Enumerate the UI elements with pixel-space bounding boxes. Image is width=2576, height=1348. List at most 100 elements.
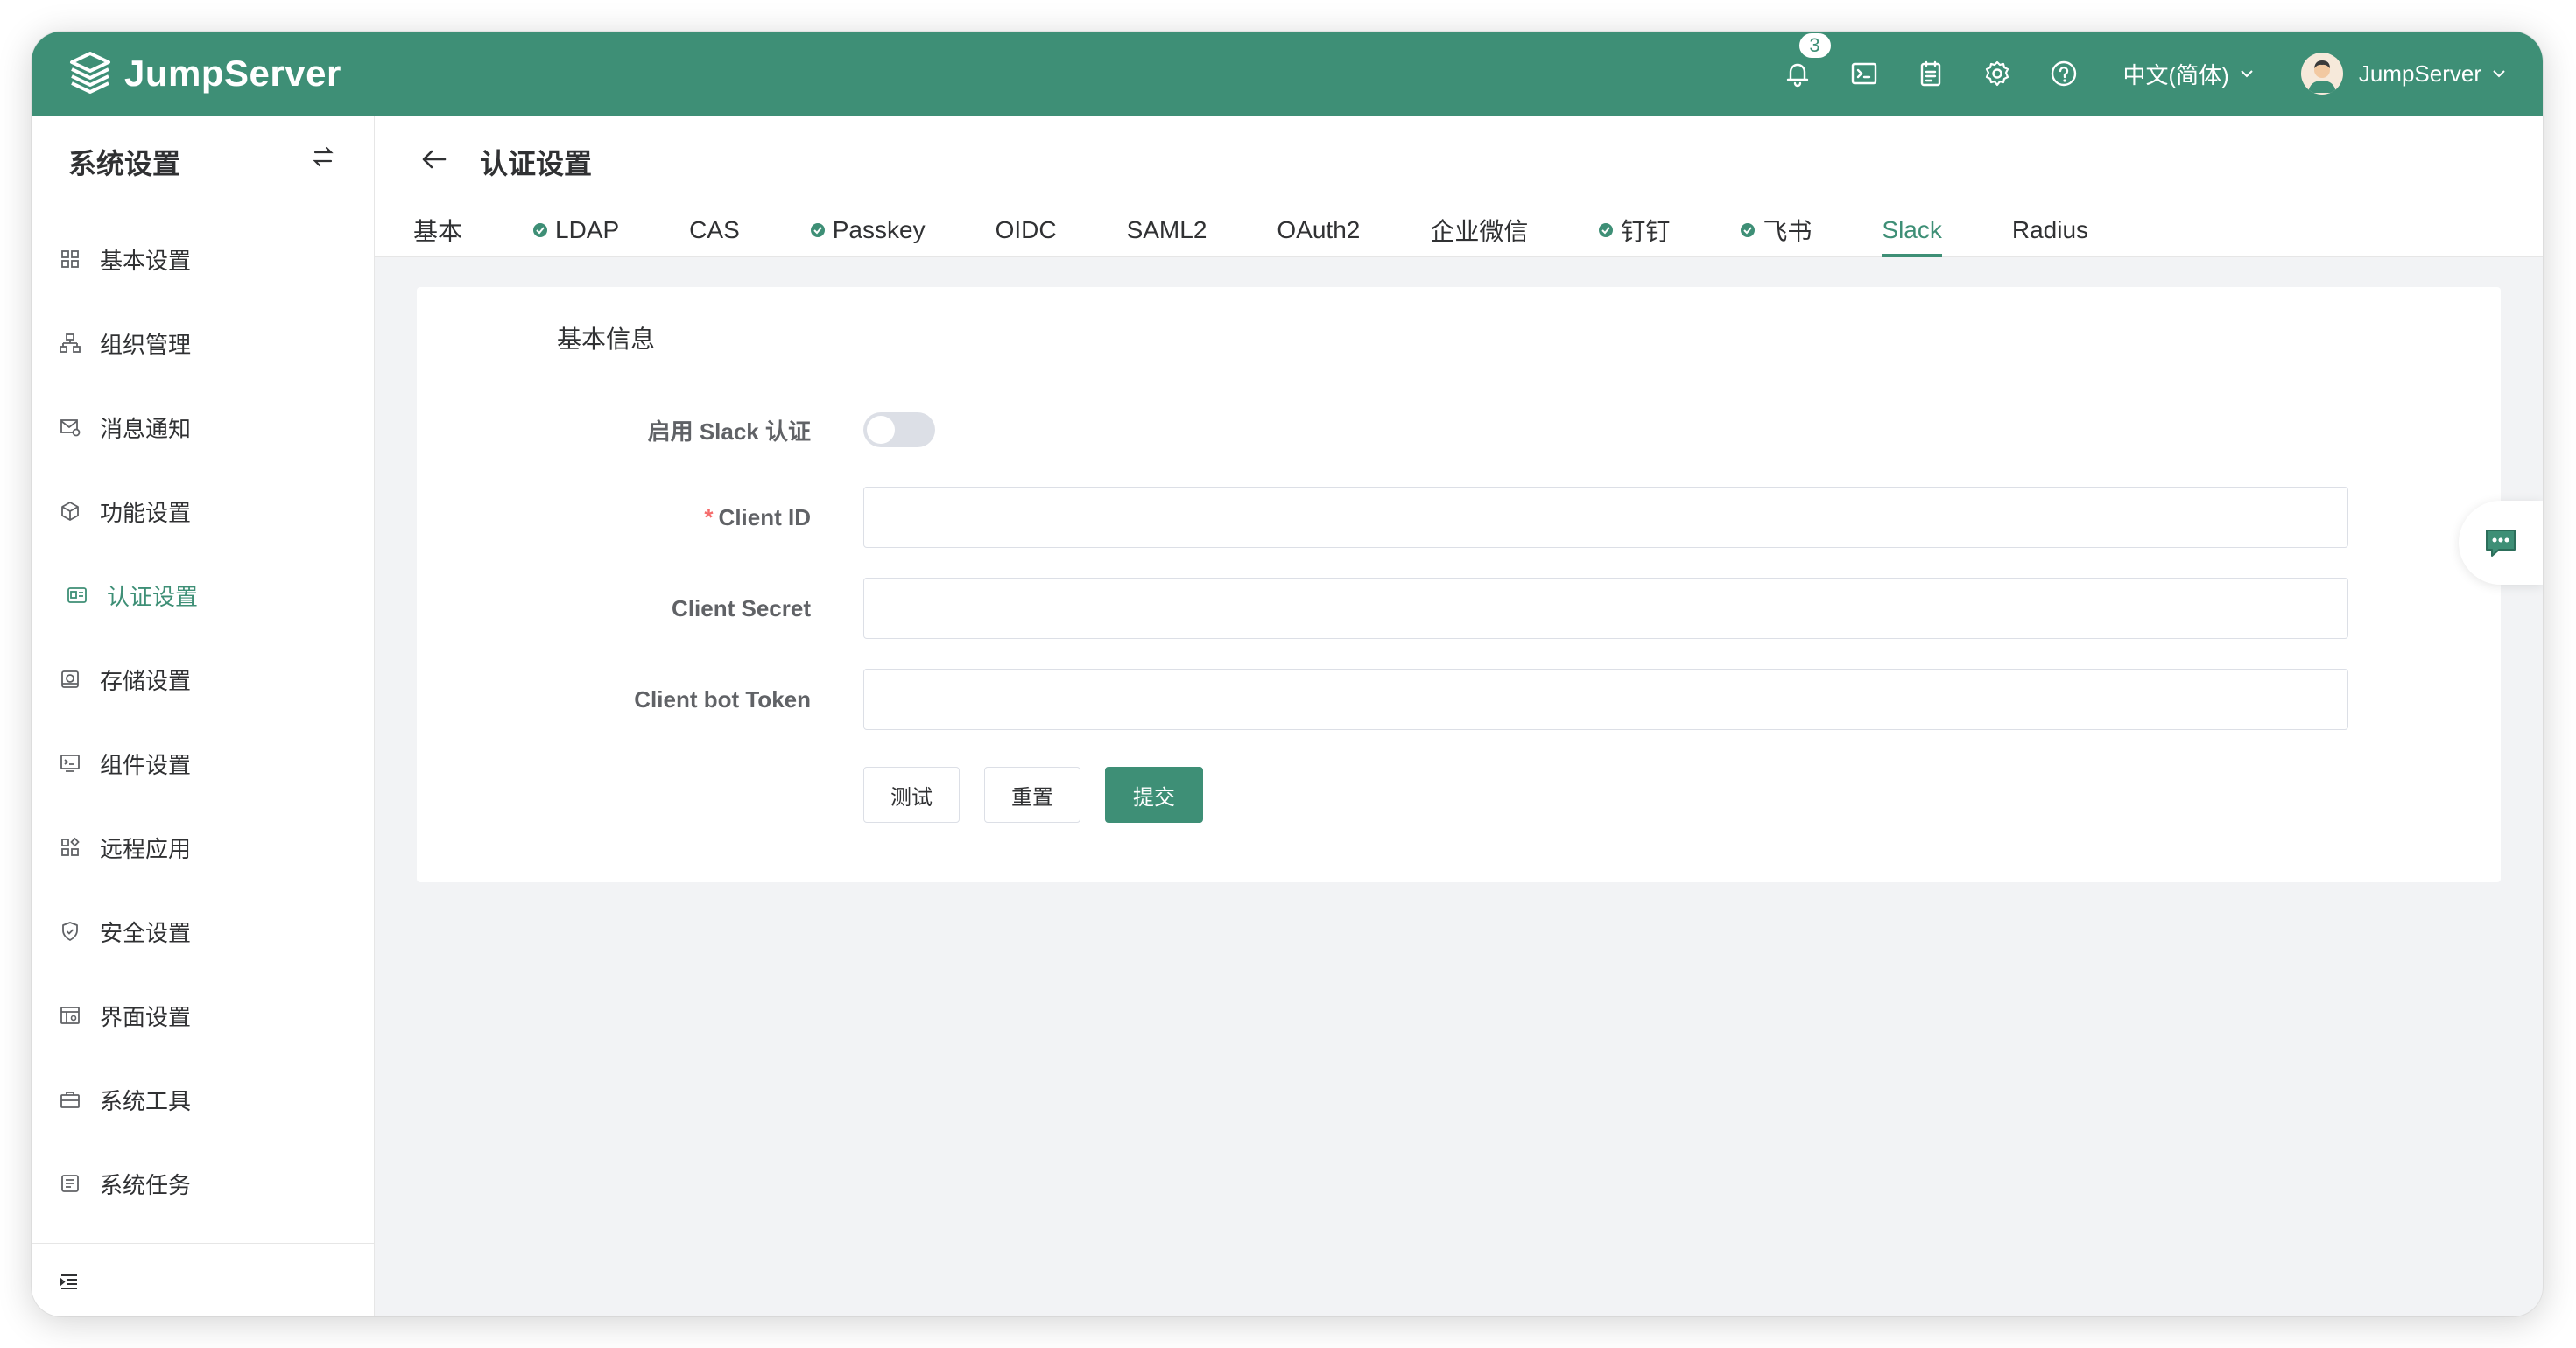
sidebar-item-label: 组织管理 (100, 331, 192, 358)
shield-icon (62, 922, 78, 941)
bot-token-row: Client bot Token (417, 669, 2501, 730)
sidebar-item-component[interactable]: 组件设置 (32, 721, 374, 805)
tab-label: Radius (2011, 216, 2089, 243)
page-title: 认证设置 (480, 148, 593, 179)
page-header: 认证设置 基本 LDAP CAS Passkey OIDC SAML2 OAut… (375, 116, 2543, 257)
tab-label: 钉钉 (1621, 218, 1671, 245)
top-bar: JumpServer 3 中文(简体) JumpServer (32, 32, 2543, 116)
tab-label: LDAP (555, 216, 620, 243)
terminal-icon (60, 755, 80, 772)
sidebar-item-label: 界面设置 (100, 1003, 192, 1030)
sidebar-item-label: 存储设置 (100, 667, 192, 694)
clipboard-icon (1920, 60, 1940, 87)
sidebar-item-tools[interactable]: 系统工具 (32, 1057, 374, 1141)
sidebar-item-feature[interactable]: 功能设置 (32, 469, 374, 553)
sidebar-item-label: 组件设置 (100, 751, 192, 778)
tab-label: SAML2 (1126, 216, 1207, 243)
tab-basic[interactable]: 基本 (413, 203, 462, 257)
notification-button[interactable]: 3 (1764, 32, 1833, 116)
check-circle-icon (810, 223, 825, 237)
sidebar-title: 系统设置 (68, 148, 181, 179)
sidebar-item-label: 系统任务 (100, 1171, 192, 1198)
sidebar-item-org[interactable]: 组织管理 (32, 301, 374, 385)
switch-view-icon[interactable] (310, 144, 336, 170)
terminal-icon (1851, 62, 1876, 85)
client-id-label-wrap: * Client ID (704, 487, 811, 548)
message-icon (60, 419, 81, 437)
sidebar: 系统设置 基本设置 组织管理 消息通知 功能设置 认证设置 存储设置 组件设置 … (32, 116, 375, 1316)
tab-passkey[interactable]: Passkey (810, 203, 926, 257)
tab-ldap[interactable]: LDAP (532, 203, 619, 257)
task-icon (61, 1175, 79, 1192)
tab-slack[interactable]: Slack (1882, 203, 1943, 257)
bell-icon (1786, 63, 1808, 88)
user-menu[interactable]: JumpServer (2300, 53, 2508, 95)
tab-feishu[interactable]: 飞书 (1740, 203, 1812, 257)
tab-oauth2[interactable]: OAuth2 (1277, 203, 1360, 257)
tab-label: 企业微信 (1430, 218, 1529, 245)
gear-icon (1985, 60, 2009, 87)
bot-token-label: Client bot Token (634, 685, 811, 713)
tab-wecom[interactable]: 企业微信 (1430, 203, 1528, 257)
sidebar-item-basic[interactable]: 基本设置 (32, 217, 374, 301)
check-circle-icon (533, 223, 548, 237)
sidebar-item-storage[interactable]: 存储设置 (32, 637, 374, 721)
client-id-label: Client ID (718, 503, 811, 530)
avatar (2300, 53, 2343, 95)
back-arrow-icon[interactable] (420, 145, 448, 173)
user-avatar-icon (2307, 60, 2336, 93)
required-mark: * (704, 503, 714, 530)
tab-dingtalk[interactable]: 钉钉 (1598, 203, 1670, 257)
logo[interactable]: JumpServer (67, 50, 341, 97)
tab-label: Slack (1882, 216, 1942, 243)
toolbox-icon (60, 1092, 80, 1108)
chevron-down-icon (2241, 70, 2253, 78)
help-button[interactable] (2031, 32, 2097, 116)
client-id-input[interactable] (863, 487, 2348, 548)
apps-icon (61, 837, 80, 856)
settings-card: 基本信息 启用 Slack 认证 * Client ID Client Secr… (417, 287, 2501, 882)
tab-label: CAS (689, 216, 740, 243)
tab-label: OAuth2 (1277, 216, 1361, 243)
web-terminal-button[interactable] (1831, 32, 1897, 116)
collapse-menu-icon[interactable] (60, 1272, 79, 1291)
chat-assistant-button[interactable] (2459, 501, 2543, 585)
enable-slack-row: 启用 Slack 认证 (417, 399, 2501, 460)
sidebar-menu: 基本设置 组织管理 消息通知 功能设置 认证设置 存储设置 组件设置 远程应用 … (32, 217, 374, 1225)
sidebar-item-interface[interactable]: 界面设置 (32, 973, 374, 1057)
chat-bubble-icon (2486, 530, 2516, 557)
sidebar-item-tasks[interactable]: 系统任务 (32, 1141, 374, 1225)
logo-text: JumpServer (124, 53, 341, 94)
language-selector[interactable]: 中文(简体) (2123, 58, 2256, 90)
tab-radius[interactable]: Radius (2012, 203, 2088, 257)
tab-label: OIDC (995, 216, 1057, 243)
sidebar-item-message[interactable]: 消息通知 (32, 385, 374, 469)
reset-button[interactable]: 重置 (984, 767, 1080, 823)
username-label: JumpServer (2358, 60, 2481, 87)
tab-oidc[interactable]: OIDC (996, 203, 1057, 257)
auth-tabs: 基本 LDAP CAS Passkey OIDC SAML2 OAuth2 企业… (413, 203, 2158, 257)
sidebar-item-label: 远程应用 (100, 835, 192, 862)
notification-badge: 3 (1797, 32, 1833, 60)
client-secret-input[interactable] (863, 578, 2348, 639)
sidebar-item-auth[interactable]: 认证设置 (32, 553, 374, 637)
test-button[interactable]: 测试 (863, 767, 960, 823)
layout-icon (60, 1007, 80, 1024)
sidebar-item-remote-app[interactable]: 远程应用 (32, 805, 374, 889)
enable-slack-toggle[interactable] (863, 412, 935, 447)
sidebar-item-label: 安全设置 (100, 919, 192, 946)
submit-button[interactable]: 提交 (1105, 767, 1203, 823)
tickets-button[interactable] (1897, 32, 1964, 116)
bot-token-input[interactable] (863, 669, 2348, 730)
tab-label: Passkey (832, 216, 926, 243)
tab-cas[interactable]: CAS (689, 203, 740, 257)
check-circle-icon (1599, 223, 1614, 237)
settings-button[interactable] (1964, 32, 2031, 116)
client-id-row: * Client ID (417, 487, 2501, 548)
app-window: JumpServer 3 中文(简体) JumpServer 系统设置 基本设置… (32, 32, 2543, 1316)
sidebar-item-security[interactable]: 安全设置 (32, 889, 374, 973)
sidebar-item-label: 功能设置 (100, 499, 192, 526)
sidebar-item-label: 消息通知 (100, 415, 192, 442)
tab-saml2[interactable]: SAML2 (1127, 203, 1207, 257)
cube-icon (61, 502, 79, 521)
